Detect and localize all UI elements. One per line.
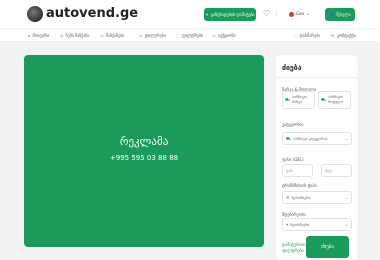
home-icon: ⌂ xyxy=(28,33,31,38)
location-label: მდებარეობა xyxy=(282,212,306,217)
brand-select-label: აირჩიეთ მარკა xyxy=(292,95,307,104)
logo-icon[interactable] xyxy=(27,6,43,22)
ad-phone: +995 595 03 88 88 xyxy=(109,154,179,162)
category-value: აირჩიეთ კატეგორია xyxy=(293,136,328,141)
nav-item-auction[interactable]: ▭ აუქციონი xyxy=(212,32,236,39)
nav-item-contact[interactable]: ☏ კონტაქტი xyxy=(330,32,356,39)
chevron-down-icon: ⌄ xyxy=(344,136,348,141)
model-select[interactable]: ⛟ აირჩიეთ მოდელი xyxy=(318,91,351,109)
model-select-label: აირჩიეთ მოდელი xyxy=(328,95,343,104)
nav-item-cars[interactable]: ▭ მანქანები xyxy=(100,32,124,39)
car-icon: ⛟ xyxy=(286,135,292,141)
logo-text[interactable]: autovend.ge xyxy=(46,6,138,22)
panel-divider xyxy=(276,77,357,78)
chevron-down-icon: ⌄ xyxy=(344,222,348,227)
price-to-input[interactable]: მდე xyxy=(321,164,352,177)
car-icon: ⛟ xyxy=(285,97,291,102)
advertisement-banner[interactable]: რეკლამა +995 595 03 88 88 xyxy=(24,55,264,247)
car-icon: ⛟ xyxy=(321,97,327,102)
nav-label: აუქციონი xyxy=(217,33,236,38)
site-header: autovend.ge + განცხადების დამატება ♡ | G… xyxy=(0,0,380,28)
header-separator: | xyxy=(276,11,278,16)
nav-label: დილერები xyxy=(144,33,166,38)
gear-icon: ⚙ xyxy=(286,195,290,200)
phone-icon: ☏ xyxy=(330,33,336,38)
transmission-value: ნებისმიერი xyxy=(291,195,311,200)
main-nav: ⌂ მთავარი ◎ ჩემი მანქანა ▭ მანქანები ▭ დილერ… xyxy=(0,28,380,42)
location-select[interactable]: ⌖ ნებისმიერი ⌄ xyxy=(282,218,352,231)
nav-item-filters[interactable]: ◌ ფილტრები xyxy=(176,32,203,39)
filter-icon: ◌ xyxy=(176,33,180,38)
nav-label: მანქანები xyxy=(105,33,125,38)
search-button[interactable]: ძიება xyxy=(306,236,349,258)
login-label: შესვლა xyxy=(336,12,351,17)
favorites-heart-icon[interactable]: ♡ xyxy=(263,8,270,20)
car-icon: ◎ xyxy=(60,33,64,38)
user-icon: 👤 xyxy=(329,12,335,17)
brand-select[interactable]: ⛟ აირჩიეთ მარკა xyxy=(282,91,315,109)
login-button[interactable]: 👤 შესვლა xyxy=(325,8,355,21)
transmission-select[interactable]: ⚙ ნებისმიერი ⌄ xyxy=(282,191,352,204)
price-dash: - xyxy=(315,168,317,173)
plus-icon: + xyxy=(205,12,209,17)
category-label: კატეგორია xyxy=(282,122,304,127)
nav-label: დახმარება xyxy=(299,33,321,38)
language-selector[interactable]: Geo ⌄ xyxy=(289,9,309,19)
add-listing-button[interactable]: + განცხადების დამატება xyxy=(204,8,256,21)
price-from-input[interactable]: დან xyxy=(282,164,313,177)
nav-item-home[interactable]: ⌂ მთავარი xyxy=(28,32,49,39)
chevron-down-icon: ⌄ xyxy=(306,11,310,16)
add-listing-label: განცხადების დამატება xyxy=(210,12,255,17)
nav-label: კონტაქტი xyxy=(337,33,356,38)
category-select[interactable]: ⛟ აირჩიეთ კატეგორია ⌄ xyxy=(282,132,352,145)
georgia-flag-icon xyxy=(289,11,294,17)
car-icon: ▭ xyxy=(100,33,104,38)
nav-item-dealers[interactable]: ▭ დილერები xyxy=(139,32,166,39)
chevron-down-icon: ⌄ xyxy=(344,195,348,200)
nav-item-my-car[interactable]: ◎ ჩემი მანქანა xyxy=(60,32,89,39)
search-panel: ძიება მარკა & მოდელი ⛟ აირჩიეთ მარკა ⛟ ა… xyxy=(276,55,357,260)
search-panel-title: ძიება xyxy=(282,64,302,72)
location-pin-icon: ⌖ xyxy=(286,222,289,227)
help-icon: ◌ xyxy=(294,33,298,38)
nav-item-help[interactable]: ◌ დახმარება xyxy=(294,32,320,39)
price-label: ფასი (GEL) xyxy=(282,157,304,162)
nav-label: მთავარი xyxy=(32,33,50,38)
location-value: ნებისმიერი xyxy=(290,222,310,227)
language-label: Geo xyxy=(296,11,305,16)
ad-title: რეკლამა xyxy=(119,135,169,148)
gavel-icon: ▭ xyxy=(212,33,216,38)
nav-label: ჩემი მანქანა xyxy=(65,33,90,38)
nav-label: ფილტრები xyxy=(181,33,204,38)
store-icon: ▭ xyxy=(139,33,143,38)
transmission-label: ტრანსმისიის ტიპი xyxy=(282,183,317,188)
